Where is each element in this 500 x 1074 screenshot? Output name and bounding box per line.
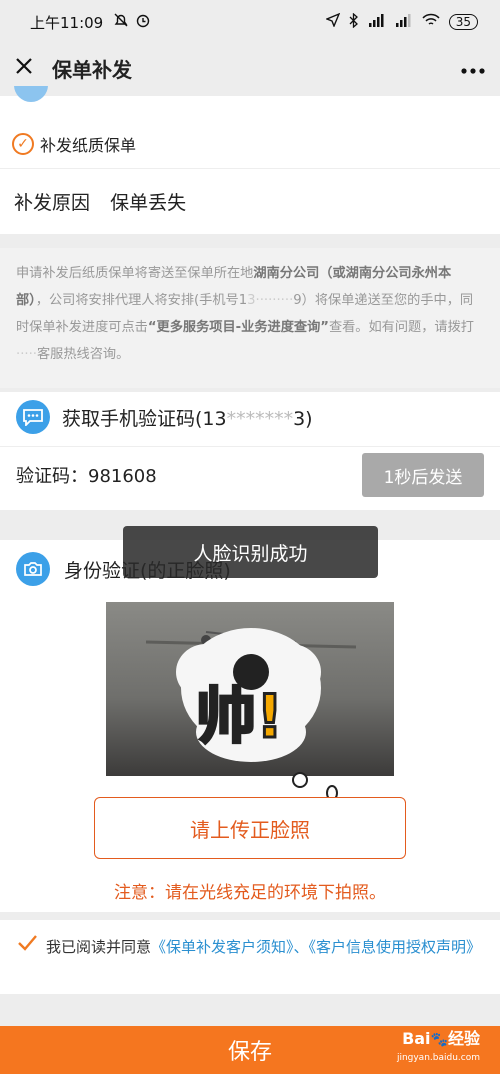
signal-icon-2 bbox=[395, 13, 413, 31]
notice-text-4: 查看。如有问题，请拨打 bbox=[328, 320, 474, 335]
battery-indicator: 35 bbox=[448, 14, 478, 30]
baidu-paw-logo: Bai🐾经验 bbox=[402, 1029, 480, 1049]
page-title: 保单补发 bbox=[52, 57, 132, 82]
location-icon bbox=[324, 12, 341, 31]
reissue-option[interactable]: ✓ 补发纸质保单 bbox=[12, 132, 136, 156]
watermark: Bai🐾经验 jingyan.baidu.com bbox=[397, 1030, 480, 1067]
reason-value: 保单丢失 bbox=[110, 192, 187, 214]
divider bbox=[0, 446, 500, 447]
customer-notice-link[interactable]: 《保单补发客户须知》 bbox=[151, 938, 294, 956]
divider bbox=[0, 168, 500, 169]
notice-text-5: 客服热线咨询。 bbox=[36, 347, 130, 362]
agreement-card: 我已阅读并同意《保单补发客户须知》、《客户信息使用授权声明》 bbox=[0, 920, 500, 994]
notice-panel: 申请补发后纸质保单将寄送至保单所在地湖南分公司（或湖南分公司永州本部），公司将安… bbox=[0, 248, 500, 388]
reissue-card: ✓ 补发纸质保单 补发原因 保单丢失 bbox=[0, 86, 500, 234]
watermark-url: jingyan.baidu.com bbox=[396, 1053, 480, 1063]
alarm-icon bbox=[135, 12, 151, 32]
wifi-icon bbox=[422, 13, 440, 31]
face-photo[interactable]: 帅! bbox=[106, 602, 394, 776]
agreement-text: 我已阅读并同意《保单补发客户须知》、《客户信息使用授权声明》 bbox=[46, 938, 482, 956]
authorization-link[interactable]: 《客户信息使用授权声明》 bbox=[309, 938, 482, 956]
signal-icon bbox=[368, 13, 386, 31]
sms-verify-title[interactable]: 获取手机验证码(13*******3) bbox=[62, 404, 313, 431]
face-recognition-toast: 人脸识别成功 bbox=[123, 526, 378, 578]
code-label: 验证码： bbox=[16, 466, 88, 487]
notification-off-icon bbox=[113, 12, 129, 32]
title-bar: 保单补发 bbox=[0, 44, 500, 92]
reissue-option-label: 补发纸质保单 bbox=[40, 136, 137, 155]
notice-masked-phone: 3········· bbox=[247, 293, 294, 308]
notice-text-2: ，公司将安排代理人将安排(手机号1 bbox=[35, 293, 248, 308]
more-options-icon[interactable] bbox=[460, 56, 486, 81]
scrolled-icon bbox=[14, 86, 48, 102]
status-bar: 上午11:09 35 bbox=[0, 0, 500, 44]
bluetooth-icon bbox=[349, 12, 359, 32]
send-code-button[interactable]: 1秒后发送 bbox=[362, 453, 484, 497]
code-row: 验证码：981608 bbox=[16, 462, 157, 488]
check-icon: ✓ bbox=[12, 133, 34, 155]
sticker-text: 帅! bbox=[196, 682, 283, 752]
code-input[interactable]: 981608 bbox=[88, 466, 157, 487]
reissue-reason: 补发原因 保单丢失 bbox=[14, 188, 186, 215]
message-icon bbox=[16, 400, 50, 434]
notice-masked-hotline: ····· bbox=[16, 347, 37, 362]
camera-icon bbox=[16, 552, 50, 586]
agree-checkbox[interactable] bbox=[16, 932, 38, 958]
notice-link[interactable]: “更多服务项目-业务进度查询” bbox=[148, 320, 329, 335]
upload-face-button[interactable]: 请上传正脸照 bbox=[94, 797, 406, 859]
close-icon[interactable] bbox=[14, 53, 44, 83]
lighting-tip: 注意：请在光线充足的环境下拍照。 bbox=[114, 883, 386, 903]
reason-label: 补发原因 bbox=[14, 192, 91, 214]
status-time: 上午11:09 bbox=[30, 13, 104, 32]
notice-text-1: 申请补发后纸质保单将寄送至保单所在地 bbox=[16, 266, 254, 281]
